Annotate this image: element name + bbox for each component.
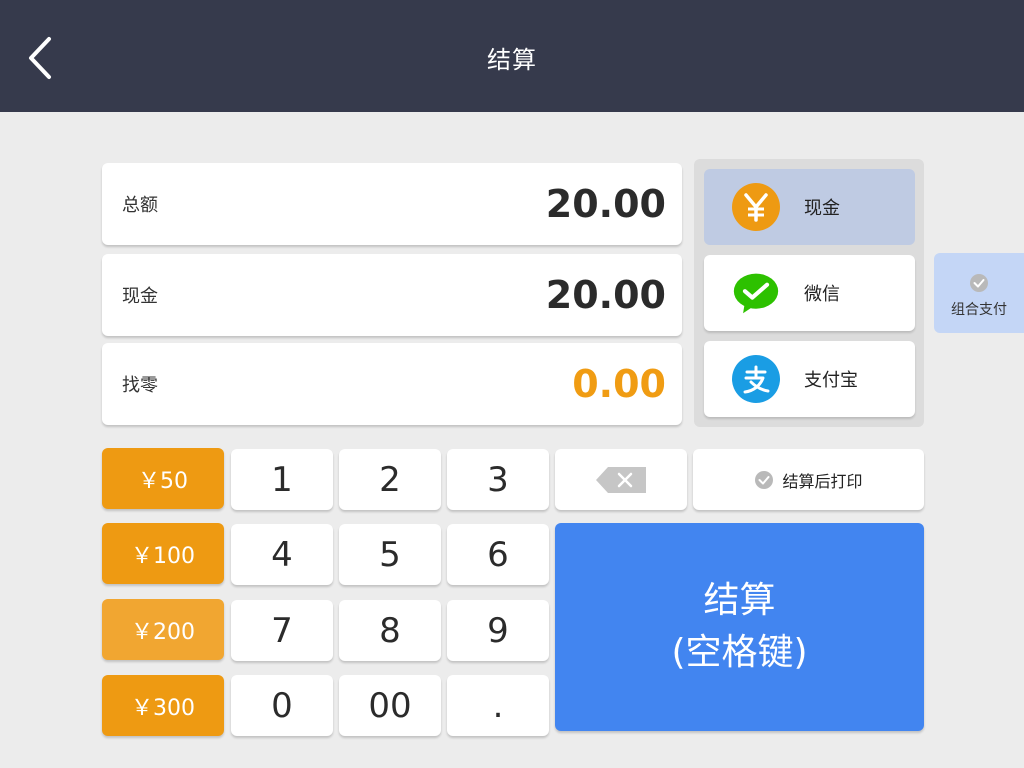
key-dot[interactable]: . xyxy=(447,675,549,736)
key-6[interactable]: 6 xyxy=(447,524,549,585)
wechat-icon xyxy=(732,269,780,317)
quick-amount-100-button[interactable]: ￥100 xyxy=(102,523,224,584)
backspace-button[interactable] xyxy=(555,449,687,510)
header-bar: 结算 xyxy=(0,0,1024,112)
backspace-icon xyxy=(596,466,646,493)
change-label: 找零 xyxy=(122,375,158,396)
cash-value[interactable]: 20.00 xyxy=(546,254,666,336)
payment-method-panel: 现金 微信 支付宝 xyxy=(694,159,924,427)
payment-cash-label: 现金 xyxy=(804,198,840,219)
payment-cash-option[interactable]: 现金 xyxy=(704,169,915,245)
key-4[interactable]: 4 xyxy=(231,524,333,585)
change-value: 0.00 xyxy=(572,362,666,406)
total-value: 20.00 xyxy=(545,182,666,226)
checkout-label: 结算 xyxy=(703,580,776,621)
key-0[interactable]: 0 xyxy=(231,675,333,736)
check-circle-icon xyxy=(755,470,774,489)
yen-icon xyxy=(732,183,780,231)
check-circle-icon xyxy=(970,274,988,292)
key-3[interactable]: 3 xyxy=(447,449,549,510)
payment-wechat-label: 微信 xyxy=(804,284,840,305)
combo-payment-label: 组合支付 xyxy=(951,302,1007,318)
change-amount-row: 找零 0.00 xyxy=(102,343,682,425)
key-00[interactable]: 00 xyxy=(339,675,441,736)
key-8[interactable]: 8 xyxy=(339,600,441,661)
page-title: 结算 xyxy=(487,46,537,74)
quick-amount-200-button[interactable]: ￥200 xyxy=(102,599,224,660)
payment-alipay-option[interactable]: 支付宝 xyxy=(704,341,915,417)
quick-amount-300-button[interactable]: ￥300 xyxy=(102,675,224,736)
combo-payment-tab[interactable]: 组合支付 xyxy=(934,253,1024,333)
payment-wechat-option[interactable]: 微信 xyxy=(704,255,915,331)
print-after-checkout-toggle[interactable]: 结算后打印 xyxy=(693,449,924,510)
alipay-icon xyxy=(732,355,780,403)
total-amount-row: 总额 20.00 xyxy=(102,163,682,245)
cash-amount-row[interactable]: 现金 20.00 xyxy=(102,254,682,336)
checkout-shortcut-label: (空格键) xyxy=(671,632,808,673)
key-5[interactable]: 5 xyxy=(339,524,441,585)
key-1[interactable]: 1 xyxy=(231,449,333,510)
checkout-button[interactable]: 结算 (空格键) xyxy=(555,523,924,731)
print-after-checkout-label: 结算后打印 xyxy=(782,471,863,491)
key-9[interactable]: 9 xyxy=(447,600,549,661)
payment-alipay-label: 支付宝 xyxy=(804,370,858,391)
quick-amount-50-button[interactable]: ￥50 xyxy=(102,448,224,509)
key-2[interactable]: 2 xyxy=(339,449,441,510)
cash-label: 现金 xyxy=(122,286,158,307)
key-7[interactable]: 7 xyxy=(231,600,333,661)
total-label: 总额 xyxy=(122,195,158,216)
